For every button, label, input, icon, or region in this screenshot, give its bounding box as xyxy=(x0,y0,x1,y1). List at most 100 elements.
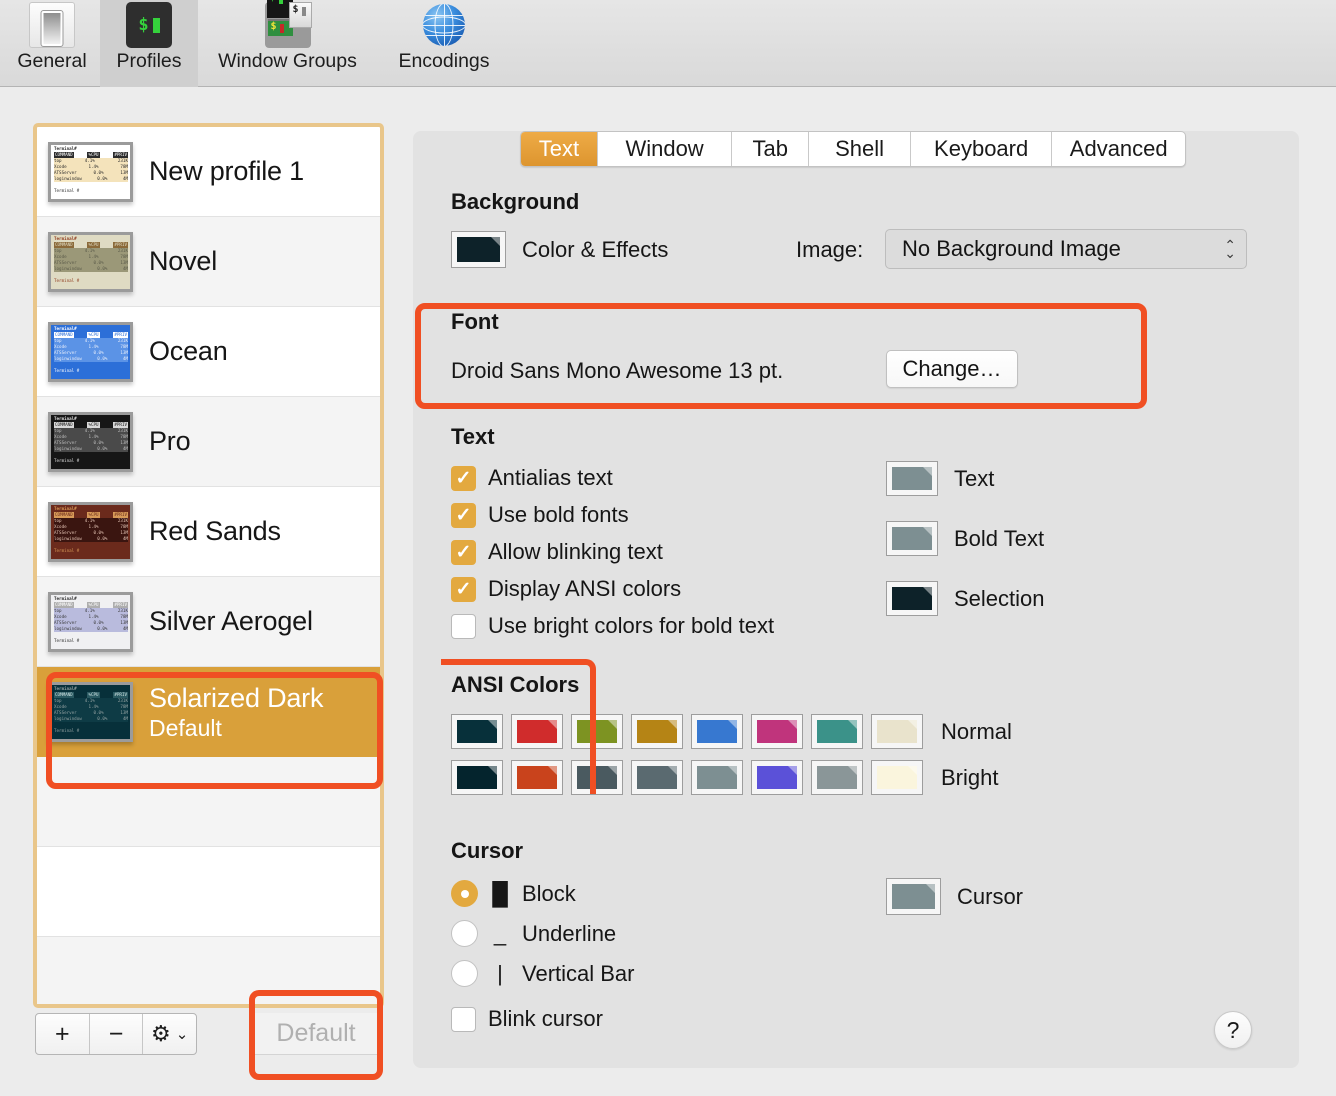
tab-tab[interactable]: Tab xyxy=(732,132,810,166)
profiles-scroll-area[interactable]: Terminal# COMMAND %CPU #PRIV top 4.1% 231K Xcod… xyxy=(37,127,380,1004)
text-option-antialias-text[interactable]: ✓ Antialias text xyxy=(451,465,881,491)
background-color-row: Color & Effects xyxy=(451,231,668,268)
help-button[interactable]: ? xyxy=(1214,1011,1252,1049)
cursor-shape-glyph: | xyxy=(497,960,503,986)
ansi-bright-swatch-2[interactable] xyxy=(571,760,623,795)
profile-thumbnail: Terminal# COMMAND %CPU #PRIV top 4.1% 231K Xcod… xyxy=(48,501,133,562)
color-well[interactable] xyxy=(886,521,938,556)
toolbar-item-profiles[interactable]: $ Profiles xyxy=(100,0,198,87)
ansi-normal-swatch-0[interactable] xyxy=(451,714,503,749)
ansi-normal-swatch-3[interactable] xyxy=(631,714,683,749)
toolbar-item-window-groups[interactable]: Window Groups xyxy=(200,0,375,87)
window-icon xyxy=(29,2,75,48)
toolbar-item-general[interactable]: General xyxy=(6,0,98,87)
ansi-normal-swatch-5[interactable] xyxy=(751,714,803,749)
background-color-well[interactable] xyxy=(451,231,506,268)
color-well[interactable] xyxy=(886,581,938,616)
ansi-bright-swatch-4[interactable] xyxy=(691,760,743,795)
ansi-normal-swatch-7[interactable] xyxy=(871,714,923,749)
text-swatch-row-text: Text xyxy=(886,461,1045,496)
background-image-popup-button[interactable]: No Background Image ⌃ ⌄ xyxy=(885,229,1247,269)
checkbox-icon[interactable] xyxy=(451,1006,476,1032)
ansi-normal-swatch-2[interactable] xyxy=(571,714,623,749)
profiles-list-panel: Terminal# COMMAND %CPU #PRIV top 4.1% 231K Xcod… xyxy=(33,123,384,1008)
terminal-dollar-glyph: $ xyxy=(138,15,149,35)
background-section-heading: Background xyxy=(451,189,580,214)
ansi-bright-row: Bright xyxy=(451,760,998,795)
text-option-allow-blinking-text[interactable]: ✓ Allow blinking text xyxy=(451,539,881,565)
change-font-button[interactable]: Change… xyxy=(886,350,1018,388)
tab-advanced[interactable]: Advanced xyxy=(1052,132,1185,166)
ansi-normal-row: Normal xyxy=(451,714,1012,749)
profile-name: Red Sands xyxy=(149,516,281,546)
cursor-option-vertical-bar[interactable]: | Vertical Bar xyxy=(451,960,635,987)
toolbar-label-encodings: Encodings xyxy=(398,50,490,72)
chevron-down-icon: ⌄ xyxy=(175,1026,189,1043)
text-options-group: ✓ Antialias text ✓ Use bold fonts ✓ Allow bli… xyxy=(451,465,881,650)
ansi-bright-swatch-3[interactable] xyxy=(631,760,683,795)
toolbar-label-general: General xyxy=(17,50,87,72)
ansi-bright-swatch-0[interactable] xyxy=(451,760,503,795)
text-option-label: Allow blinking text xyxy=(488,539,663,564)
profile-actions-menu-button[interactable]: ⚙ ⌄ xyxy=(143,1014,196,1054)
ansi-normal-swatch-6[interactable] xyxy=(811,714,863,749)
remove-profile-button[interactable]: − xyxy=(90,1014,144,1054)
checkbox-icon[interactable]: ✓ xyxy=(451,576,476,602)
ansi-normal-swatch-1[interactable] xyxy=(511,714,563,749)
text-swatch-row-selection: Selection xyxy=(886,581,1045,616)
cursor-option-block[interactable]: █ Block xyxy=(451,880,635,907)
tab-keyboard[interactable]: Keyboard xyxy=(911,132,1053,166)
cursor-option-label: Vertical Bar xyxy=(522,960,635,986)
checkbox-icon[interactable] xyxy=(451,613,476,639)
cursor-option-underline[interactable]: _ Underline xyxy=(451,920,635,947)
profile-row-silver-aerogel[interactable]: Terminal# COMMAND %CPU #PRIV top 4.1% 231K Xcod… xyxy=(37,577,380,667)
ansi-bright-swatch-1[interactable] xyxy=(511,760,563,795)
cursor-color-well[interactable] xyxy=(886,878,941,915)
radio-icon[interactable] xyxy=(451,920,478,947)
checkbox-icon[interactable]: ✓ xyxy=(451,539,476,565)
tab-window[interactable]: Window xyxy=(598,132,733,166)
checkbox-icon[interactable]: ✓ xyxy=(451,465,476,491)
profile-row-ocean[interactable]: Terminal# COMMAND %CPU #PRIV top 4.1% 231K Xcod… xyxy=(37,307,380,397)
color-well[interactable] xyxy=(886,461,938,496)
profile-row-empty xyxy=(37,937,380,1004)
profile-name: New profile 1 xyxy=(149,156,304,186)
profile-settings-pane: Text Window Tab Shell Keyboard Advanced Backg… xyxy=(413,131,1299,1068)
preferences-toolbar: General $ Profiles Window Groups Encodin… xyxy=(0,0,1336,87)
ansi-normal-swatch-4[interactable] xyxy=(691,714,743,749)
profile-thumbnail: Terminal# COMMAND %CPU #PRIV top 4.1% 231K Xcod… xyxy=(48,682,133,742)
color-effects-label: Color & Effects xyxy=(522,236,669,262)
gear-icon: ⚙ xyxy=(151,1021,171,1046)
set-default-button[interactable]: Default xyxy=(252,1013,380,1055)
text-option-label: Use bold fonts xyxy=(488,502,629,527)
profile-row-solarized-dark[interactable]: Terminal# COMMAND %CPU #PRIV top 4.1% 231K Xcod… xyxy=(37,667,380,757)
profile-name: Ocean xyxy=(149,336,228,366)
add-profile-button[interactable]: + xyxy=(36,1014,90,1054)
ansi-bright-swatch-7[interactable] xyxy=(871,760,923,795)
ansi-normal-label: Normal xyxy=(941,718,1012,744)
ansi-bright-swatch-6[interactable] xyxy=(811,760,863,795)
ansi-bright-swatch-5[interactable] xyxy=(751,760,803,795)
tab-shell[interactable]: Shell xyxy=(809,132,911,166)
radio-icon[interactable] xyxy=(451,960,478,987)
text-option-use-bright-colors-for-bold-text[interactable]: Use bright colors for bold text xyxy=(451,613,881,639)
profile-row-pro[interactable]: Terminal# COMMAND %CPU #PRIV top 4.1% 231K Xcod… xyxy=(37,397,380,487)
profile-row-novel[interactable]: Terminal# COMMAND %CPU #PRIV top 4.1% 231K Xcod… xyxy=(37,217,380,307)
profile-name: Pro xyxy=(149,426,191,456)
text-section-heading: Text xyxy=(451,424,495,449)
font-section-heading: Font xyxy=(451,309,499,334)
checkbox-icon[interactable]: ✓ xyxy=(451,502,476,528)
profile-row-new-profile-1[interactable]: Terminal# COMMAND %CPU #PRIV top 4.1% 231K Xcod… xyxy=(37,127,380,217)
toolbar-item-encodings[interactable]: Encodings xyxy=(378,0,510,87)
toolbar-label-window-groups: Window Groups xyxy=(218,50,357,72)
tab-text[interactable]: Text xyxy=(521,132,598,166)
cursor-option-label: Block xyxy=(522,880,576,906)
profile-name: Solarized Dark xyxy=(149,682,324,713)
profile-row-red-sands[interactable]: Terminal# COMMAND %CPU #PRIV top 4.1% 231K Xcod… xyxy=(37,487,380,577)
radio-icon[interactable] xyxy=(451,880,478,907)
profile-thumbnail: Terminal# COMMAND %CPU #PRIV top 4.1% 231K Xcod… xyxy=(48,321,133,382)
text-option-display-ansi-colors[interactable]: ✓ Display ANSI colors xyxy=(451,576,881,602)
text-option-use-bold-fonts[interactable]: ✓ Use bold fonts xyxy=(451,502,881,528)
background-image-value: No Background Image xyxy=(902,236,1121,261)
ansi-colors-heading: ANSI Colors xyxy=(451,672,580,697)
